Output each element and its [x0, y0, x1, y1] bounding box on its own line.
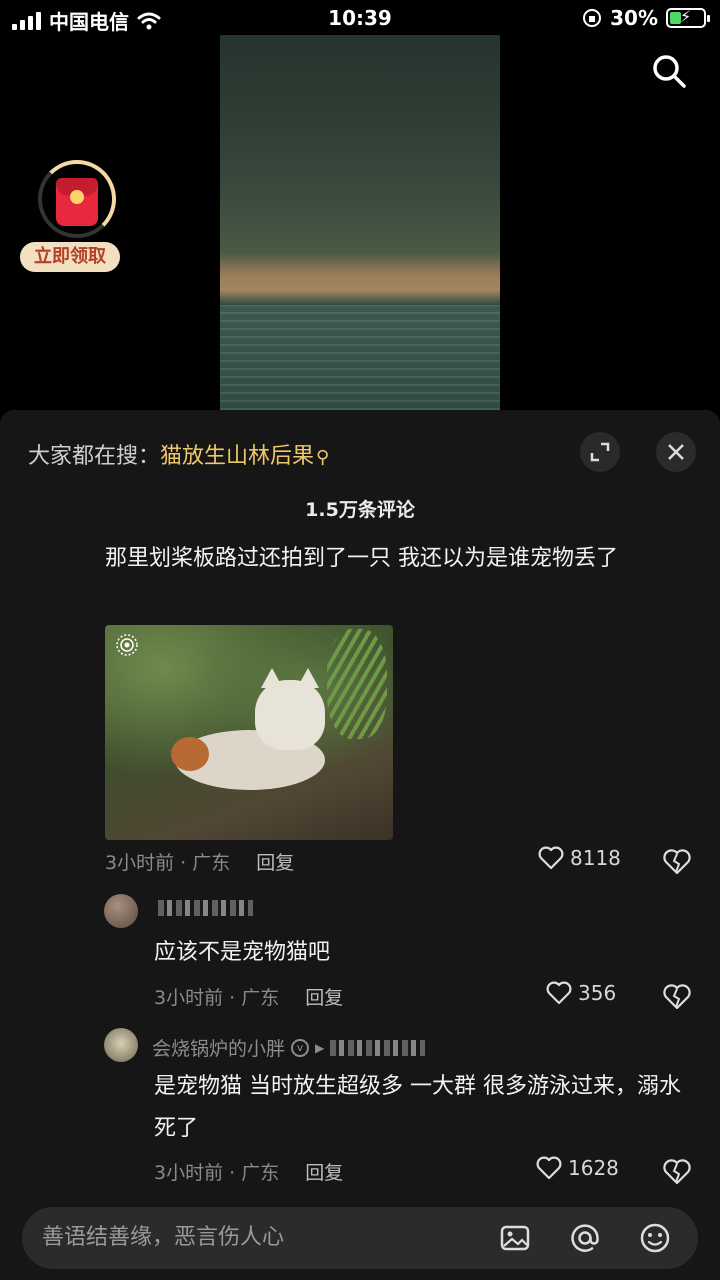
reply-button[interactable]: 回复: [305, 1162, 343, 1184]
redacted-name: [158, 900, 253, 916]
like-button[interactable]: 1628: [536, 1156, 619, 1180]
battery-icon: ⚡: [666, 7, 710, 28]
reply-username[interactable]: 会烧锅炉的小胖 v ▶: [152, 1034, 426, 1061]
image-icon[interactable]: [498, 1221, 532, 1255]
reply-username[interactable]: [152, 900, 253, 916]
comment-text: 那里划桨板路过还拍到了一只 我还以为是谁宠物丢了: [105, 546, 618, 571]
reply-button[interactable]: 回复: [305, 987, 343, 1009]
comment-input-placeholder: 善语结善缘，恶言伤人心: [42, 1225, 285, 1250]
video-water: [220, 305, 500, 410]
broken-heart-icon[interactable]: [662, 848, 692, 876]
heart-icon: [538, 846, 564, 870]
hot-search-keyword[interactable]: 猫放生山林后果: [160, 444, 314, 469]
status-right: 30% ⚡: [582, 6, 710, 30]
claim-now-label: 立即领取: [20, 242, 120, 272]
cat-patch-shape: [171, 737, 209, 771]
close-button[interactable]: [656, 432, 696, 472]
reply-meta: 3小时前 · 广东 回复: [154, 983, 343, 1010]
comment-time-location: 3小时前 · 广东: [105, 852, 231, 874]
reply-meta: 3小时前 · 广东 回复: [154, 1158, 343, 1185]
emoji-icon[interactable]: [638, 1221, 672, 1255]
heart-icon: [536, 1156, 562, 1180]
small-search-icon: ⚲: [316, 447, 330, 468]
broken-heart-icon[interactable]: [662, 1158, 692, 1186]
comment-photo[interactable]: [105, 625, 393, 840]
expand-button[interactable]: [580, 432, 620, 472]
comment-count: 1.5万条评论: [305, 499, 415, 521]
like-button[interactable]: 356: [546, 981, 616, 1005]
battery-percent: 30%: [610, 6, 658, 30]
hot-search-prefix: 大家都在搜：: [28, 444, 161, 469]
broken-heart-icon[interactable]: [662, 983, 692, 1011]
hot-search-bar[interactable]: 大家都在搜：猫放生山林后果 ⚲: [28, 438, 329, 470]
heart-icon: [546, 981, 572, 1005]
avatar[interactable]: [104, 1028, 138, 1062]
like-count: 356: [578, 981, 617, 1005]
rotation-lock-icon: [583, 9, 602, 27]
at-mention-icon[interactable]: [568, 1221, 602, 1255]
search-icon[interactable]: [650, 52, 688, 90]
like-button[interactable]: 8118: [538, 846, 621, 870]
username-text: 会烧锅炉的小胖: [152, 1038, 286, 1060]
red-envelope-icon: [56, 178, 98, 226]
redacted-name: [330, 1039, 426, 1056]
avatar[interactable]: [104, 894, 138, 928]
reply-text: 应该不是宠物猫吧: [154, 940, 331, 965]
reply-time-location: 3小时前 · 广东: [154, 1162, 280, 1184]
video-player[interactable]: [220, 35, 500, 410]
fern-shape: [327, 629, 387, 739]
live-photo-icon: [116, 634, 138, 656]
red-packet-widget[interactable]: 立即领取: [18, 158, 122, 278]
verified-badge-icon: v: [291, 1038, 310, 1057]
comments-sheet: 大家都在搜：猫放生山林后果 ⚲ 1.5万条评论 那里划桨板路过还拍到了一只 我还以…: [0, 410, 720, 1280]
close-icon: [668, 444, 684, 460]
comment-meta: 3小时前 · 广东 回复: [105, 848, 294, 875]
like-count: 1628: [568, 1156, 619, 1180]
reply-button[interactable]: 回复: [256, 852, 294, 874]
reply-time-location: 3小时前 · 广东: [154, 987, 280, 1009]
comment-input[interactable]: 善语结善缘，恶言伤人心: [22, 1207, 698, 1269]
like-count: 8118: [570, 846, 621, 870]
expand-icon: [590, 442, 610, 462]
cat-head-shape: [255, 668, 325, 750]
status-bar: 中国电信 10:39 30% ⚡: [0, 0, 720, 36]
reply-arrow-icon: ▶: [315, 1040, 325, 1055]
reply-text: 是宠物猫 当时放生超级多 一大群 很多游泳过来，溺水死了: [154, 1074, 681, 1141]
